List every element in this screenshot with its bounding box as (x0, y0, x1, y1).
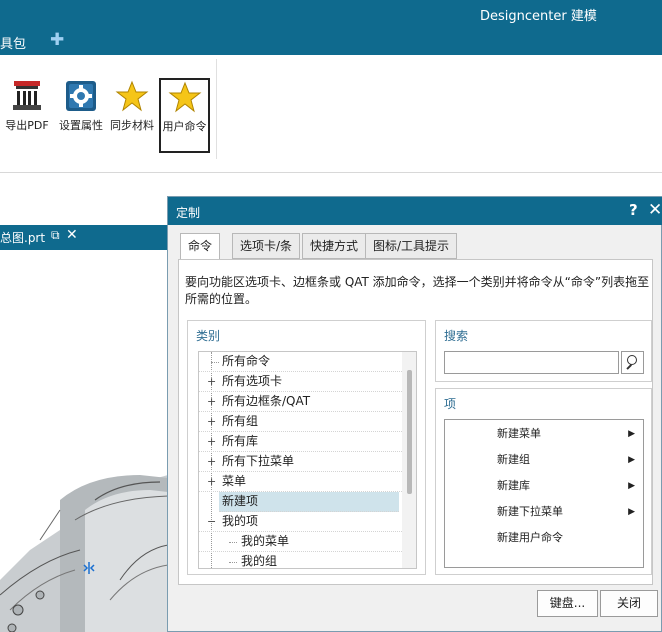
submenu-arrow-icon: ▶ (628, 429, 635, 439)
search-group: 搜索 (435, 320, 652, 382)
export-pdf-label: 导出PDF (5, 119, 49, 132)
graphics-viewport[interactable] (0, 250, 168, 632)
collapse-icon[interactable]: − (207, 512, 216, 531)
tree-item-label: 所有命令 (222, 354, 271, 368)
ribbon: 导出PDF 设置属性 同步材料 用户命令 (0, 55, 662, 173)
file-tab-name: 总图.prt (0, 231, 46, 245)
search-label: 搜索 (444, 329, 469, 343)
scrollbar-thumb[interactable] (407, 370, 412, 494)
export-pdf-button[interactable]: 导出PDF (4, 79, 50, 151)
user-command-label: 用户命令 (162, 120, 207, 133)
ribbon-tab-bar: 具包 ✚ (0, 27, 662, 55)
keyboard-button[interactable]: 键盘... (537, 590, 598, 617)
commands-panel: 要向功能区选项卡、边框条或 QAT 添加命令，选择一个类别并将命令从“命令”列表… (178, 259, 653, 585)
expand-icon[interactable]: + (207, 432, 216, 451)
instructions-text: 要向功能区选项卡、边框条或 QAT 添加命令，选择一个类别并将命令从“命令”列表… (185, 275, 650, 306)
tree-item-label: 我的项 (222, 514, 259, 528)
item-new-dropdown[interactable]: 新建下拉菜单 ▶ (497, 502, 643, 522)
item-label: 新建组 (497, 453, 530, 466)
tree-scrollbar[interactable] (402, 352, 416, 568)
tree-item-label: 我的组 (241, 554, 278, 568)
sync-material-label: 同步材料 (110, 119, 154, 132)
tree-item-label: 所有库 (222, 434, 259, 448)
pdf-export-icon (13, 81, 41, 110)
tree-item-label: 新建项 (222, 494, 259, 508)
submenu-arrow-icon: ▶ (628, 481, 635, 491)
expand-icon[interactable]: + (207, 412, 216, 431)
item-new-gallery[interactable]: 新建库 ▶ (497, 476, 643, 496)
popout-icon[interactable]: ⧉ (51, 228, 60, 243)
search-icon (627, 355, 637, 365)
categories-group: 类别 所有命令 + 所有选项卡 + 所有边框条/QAT + 所有组 + 所有库 … (187, 320, 426, 575)
item-label: 新建用户命令 (497, 531, 563, 544)
tab-icons-tooltips[interactable]: 图标/工具提示 (365, 233, 458, 259)
title-bar: Designcenter 建模 (0, 0, 662, 27)
close-button[interactable]: 关闭 (600, 590, 658, 617)
set-attributes-label: 设置属性 (59, 119, 103, 132)
tree-item-all-galleries[interactable]: + 所有库 (199, 432, 404, 452)
file-tab[interactable]: 总图.prt ⧉ ✕ (0, 225, 168, 250)
tree-item-menu[interactable]: + 菜单 (199, 472, 404, 492)
tree-item-my-menus[interactable]: 我的菜单 (199, 532, 404, 552)
app-title: Designcenter 建模 (480, 9, 597, 24)
tree-item-label: 所有边框条/QAT (222, 394, 311, 408)
tree-item-all-dropdowns[interactable]: + 所有下拉菜单 (199, 452, 404, 472)
item-new-menu[interactable]: 新建菜单 ▶ (497, 424, 643, 444)
add-tab-plus-icon[interactable]: ✚ (50, 30, 64, 50)
tree-item-all-tabs[interactable]: + 所有选项卡 (199, 372, 404, 392)
tab-commands[interactable]: 命令 (180, 233, 221, 260)
gear-settings-icon (66, 81, 96, 111)
categories-label: 类别 (196, 329, 221, 343)
dialog-title-bar: 定制 ? ✕ (168, 197, 662, 225)
tree-item-all-commands[interactable]: 所有命令 (199, 352, 404, 372)
search-input[interactable] (444, 351, 619, 374)
tree-item-label: 菜单 (222, 474, 247, 488)
sync-material-button[interactable]: 同步材料 (108, 79, 156, 151)
item-label: 新建菜单 (497, 427, 541, 440)
star-icon (168, 81, 201, 113)
tree-item-all-borderbars[interactable]: + 所有边框条/QAT (199, 392, 404, 412)
tree-item-my-groups[interactable]: 我的组 (199, 552, 404, 568)
item-new-user-command[interactable]: 新建用户命令 (497, 528, 643, 548)
items-list: 新建菜单 ▶ 新建组 ▶ 新建库 ▶ 新建下拉菜单 ▶ 新建用户命令 (444, 419, 644, 568)
tree-item-new-item[interactable]: 新建项 (219, 492, 399, 512)
ribbon-separator (216, 59, 217, 159)
expand-icon[interactable]: + (207, 392, 216, 411)
customize-dialog: 定制 ? ✕ 命令 选项卡/条 快捷方式 图标/工具提示 要向功能区选项卡、边框… (167, 196, 662, 632)
items-group: 项 新建菜单 ▶ 新建组 ▶ 新建库 ▶ 新建下拉菜单 ▶ 新建用户命令 (435, 388, 652, 575)
close-icon[interactable]: ✕ (648, 200, 662, 220)
help-icon[interactable]: ? (629, 201, 638, 219)
set-attributes-button[interactable]: 设置属性 (56, 79, 106, 151)
tree-item-label: 所有选项卡 (222, 374, 283, 388)
tree-item-my-items[interactable]: − 我的项 (199, 512, 404, 532)
submenu-arrow-icon: ▶ (628, 455, 635, 465)
item-label: 新建下拉菜单 (497, 505, 563, 518)
category-tree[interactable]: 所有命令 + 所有选项卡 + 所有边框条/QAT + 所有组 + 所有库 + 所… (198, 351, 417, 569)
model-render (0, 475, 168, 632)
star-icon (115, 80, 149, 112)
dialog-title: 定制 (176, 206, 201, 220)
expand-icon[interactable]: + (207, 452, 216, 471)
expand-icon[interactable]: + (207, 472, 216, 491)
search-button[interactable] (621, 351, 644, 374)
item-label: 新建库 (497, 479, 530, 492)
tab-shortcuts[interactable]: 快捷方式 (302, 233, 367, 259)
expand-icon[interactable]: + (207, 372, 216, 391)
tree-item-all-groups[interactable]: + 所有组 (199, 412, 404, 432)
user-command-button[interactable]: 用户命令 (159, 78, 210, 153)
tree-item-label: 所有组 (222, 414, 259, 428)
tree-item-label: 我的菜单 (241, 534, 290, 548)
items-label: 项 (444, 397, 457, 411)
item-new-group[interactable]: 新建组 ▶ (497, 450, 643, 470)
tree-item-label: 所有下拉菜单 (222, 454, 295, 468)
submenu-arrow-icon: ▶ (628, 507, 635, 517)
close-tab-icon[interactable]: ✕ (66, 227, 78, 243)
tab-toolbox[interactable]: 具包 (0, 33, 26, 52)
tab-tabs-bars[interactable]: 选项卡/条 (232, 233, 301, 259)
